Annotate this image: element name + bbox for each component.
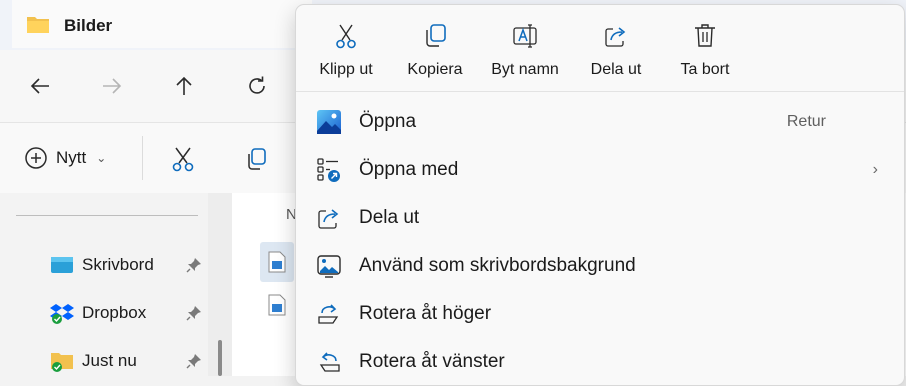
context-menu: Klipp ut Kopiera Byt namn Dela ut Ta bor… xyxy=(295,4,905,386)
sidebar-scroll-thumb[interactable] xyxy=(218,340,222,376)
rotate-right-icon xyxy=(318,304,339,324)
cut-button[interactable]: Klipp ut xyxy=(303,23,389,79)
trash-icon xyxy=(695,24,715,47)
arrow-right-icon xyxy=(103,78,122,94)
desktop-icon xyxy=(51,257,73,273)
menu-item-rotate-right[interactable]: Rotera åt höger xyxy=(296,293,904,335)
menu-item-open[interactable]: Öppna Retur xyxy=(296,101,904,143)
window-title: Bilder xyxy=(64,16,113,35)
menu-item-label: Öppna med xyxy=(359,159,459,180)
delete-button[interactable]: Ta bort xyxy=(662,23,748,79)
menu-separator xyxy=(296,91,904,92)
menu-item-label: Använd som skrivbordsbakgrund xyxy=(359,255,636,276)
copy-icon xyxy=(426,24,446,47)
menu-item-share[interactable]: Dela ut xyxy=(296,197,904,239)
menu-item-label: Dela ut xyxy=(359,207,420,228)
image-file-icon[interactable] xyxy=(268,251,286,273)
scissors-icon xyxy=(336,24,356,49)
back-button[interactable] xyxy=(20,66,60,106)
folder-sync-icon xyxy=(51,353,73,372)
menu-item-rotate-left[interactable]: Rotera åt vänster xyxy=(296,341,904,383)
sidebar-item-label: Just nu xyxy=(82,351,137,370)
command-separator xyxy=(142,136,143,180)
open-with-icon xyxy=(317,158,340,182)
rotate-left-icon xyxy=(319,352,340,372)
new-button-label: Nytt xyxy=(56,148,87,167)
accelerator-text: Retur xyxy=(786,113,826,130)
sidebar-item-just-nu[interactable]: Just nu xyxy=(50,348,137,374)
pin-icon[interactable] xyxy=(186,353,202,369)
refresh-icon xyxy=(249,76,265,94)
plus-circle-icon xyxy=(25,147,47,169)
pin-icon[interactable] xyxy=(186,257,202,273)
pin-icon[interactable] xyxy=(186,305,202,321)
menu-item-label: Rotera åt höger xyxy=(359,303,492,324)
copy-icon[interactable] xyxy=(244,146,268,172)
image-file-icon[interactable] xyxy=(268,294,286,316)
share-icon xyxy=(318,209,339,229)
arrow-left-icon xyxy=(30,78,49,94)
menu-item-label: Rotera åt vänster xyxy=(359,351,505,372)
share-button[interactable]: Dela ut xyxy=(573,23,659,79)
sidebar-item-dropbox[interactable]: Dropbox xyxy=(50,300,146,326)
sidebar-divider xyxy=(16,215,198,216)
wallpaper-icon xyxy=(317,255,341,278)
new-button[interactable]: Nytt ⌄ xyxy=(24,144,106,172)
dropbox-icon xyxy=(50,304,74,324)
menu-item-label: Öppna xyxy=(359,111,417,132)
menu-item-open-with[interactable]: Öppna med › xyxy=(296,149,904,191)
copy-button[interactable]: Kopiera xyxy=(392,23,478,79)
chevron-down-icon: ⌄ xyxy=(96,151,107,165)
arrow-up-icon xyxy=(176,76,192,95)
sidebar-item-label: Dropbox xyxy=(82,303,147,322)
folder-icon xyxy=(27,17,49,33)
menu-item-set-wallpaper[interactable]: Använd som skrivbordsbakgrund xyxy=(296,245,904,287)
image-app-icon xyxy=(317,110,341,134)
rename-icon xyxy=(513,24,537,48)
chevron-right-icon: › xyxy=(872,161,878,178)
sidebar-item-skrivbord[interactable]: Skrivbord xyxy=(50,252,154,278)
sidebar-item-label: Skrivbord xyxy=(82,255,154,274)
share-icon xyxy=(605,27,626,47)
share-label: Dela ut xyxy=(590,61,642,78)
tab-bilder[interactable] xyxy=(12,0,312,48)
rename-label: Byt namn xyxy=(491,61,559,78)
cut-icon[interactable] xyxy=(171,146,195,172)
cut-label: Klipp ut xyxy=(319,61,373,78)
copy-label: Kopiera xyxy=(407,61,463,78)
up-button[interactable] xyxy=(164,66,204,106)
forward-button[interactable] xyxy=(92,66,132,106)
refresh-button[interactable] xyxy=(237,66,277,106)
delete-label: Ta bort xyxy=(680,61,730,78)
rename-button[interactable]: Byt namn xyxy=(482,23,568,79)
